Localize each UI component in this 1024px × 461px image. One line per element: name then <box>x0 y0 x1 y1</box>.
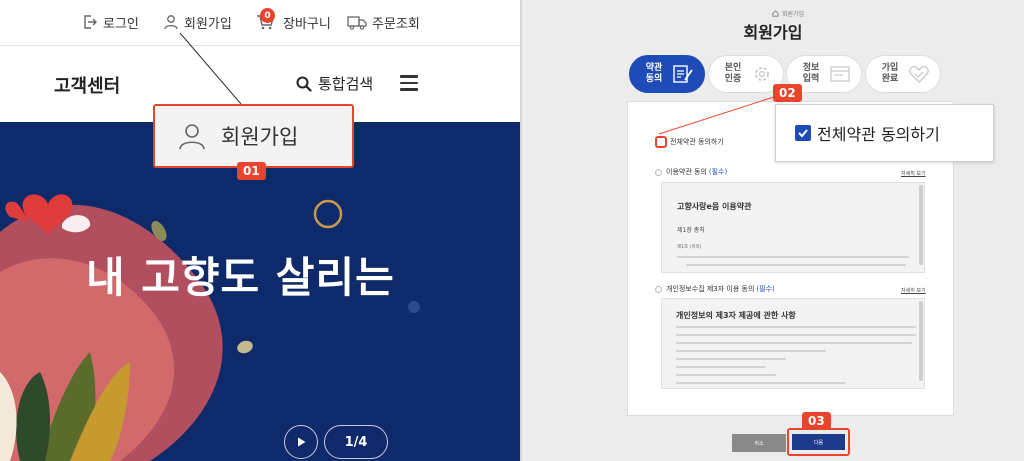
agree-all-checkbox[interactable] <box>655 136 667 148</box>
text-line <box>676 366 766 368</box>
terms-article: 제1조 (목적) <box>677 245 702 250</box>
banner-title: 내 고향도 살리는 <box>86 253 395 302</box>
agree-all-label: 전체약관 동의하기 <box>670 138 724 146</box>
privacy-doc-title: 개인정보의 제3자 제공에 관한 사항 <box>676 311 796 320</box>
signup-zoom-callout: 회원가입 <box>153 104 354 168</box>
orders-label: 주문조회 <box>372 16 420 32</box>
terms-chapter: 제1장 총칙 <box>677 227 705 234</box>
text-line <box>676 342 912 344</box>
text-line <box>676 374 776 376</box>
step-tab-label: 약관 동의 <box>645 63 663 84</box>
text-line <box>676 326 916 328</box>
banner-play-button[interactable] <box>284 425 318 459</box>
text-line <box>676 382 846 384</box>
next-button[interactable]: 다음 <box>792 434 845 450</box>
popup-agree-all-label: 전체약관 동의하기 <box>817 125 940 144</box>
signup-link[interactable]: 회원가입 <box>163 12 232 32</box>
step-badge-02: 02 <box>773 84 802 102</box>
document-sign-icon <box>673 65 693 83</box>
zoom-signup-label: 회원가입 <box>221 125 299 149</box>
terms-scrollbar[interactable] <box>919 185 923 266</box>
website-panel: 로그인 회원가입 0 장바구니 주문조회 고객센터 통합검색 내 고향도 살리는… <box>0 0 520 461</box>
agree-all-row[interactable]: 전체약관 동의하기 <box>655 136 724 148</box>
home-icon <box>772 10 779 17</box>
heart-check-icon <box>909 65 929 83</box>
signup-page-panel: 회원가입 회원가입 약관 동의 본인 인증 정보 입력 가입 완료 전체약관 동… <box>522 0 1024 461</box>
text-line <box>677 256 909 258</box>
terms-agree-radio[interactable] <box>655 168 662 176</box>
text-line <box>676 334 916 336</box>
search-icon <box>296 76 312 92</box>
terms-doc-title: 고향사랑e음 이용약관 <box>677 202 752 211</box>
checked-checkbox-icon <box>795 125 811 141</box>
top-utility-nav: 로그인 회원가입 0 장바구니 주문조회 <box>0 0 520 46</box>
login-label: 로그인 <box>103 16 139 32</box>
terms-agree-row[interactable]: 이용약관 동의 (필수) <box>655 167 727 177</box>
terms-required-tag: (필수) <box>708 168 728 176</box>
step-tab-label: 가입 완료 <box>881 63 899 84</box>
truck-icon <box>347 16 367 30</box>
login-icon <box>84 15 97 29</box>
privacy-view-all-link[interactable]: 자세히 보기 <box>901 287 926 294</box>
cancel-button[interactable]: 취소 <box>732 434 786 452</box>
step-tab-label: 본인 인증 <box>724 63 742 84</box>
terms-text-box[interactable]: 고향사랑e음 이용약관 제1장 총칙 제1조 (목적) <box>661 182 925 273</box>
user-icon <box>179 124 205 150</box>
gear-icon <box>755 67 769 81</box>
privacy-agree-radio[interactable] <box>655 285 662 293</box>
search-label: 통합검색 <box>318 75 374 93</box>
step-tab-label: 정보 입력 <box>802 63 820 84</box>
login-link[interactable]: 로그인 <box>82 12 139 32</box>
cart-count-badge: 0 <box>260 8 275 23</box>
hamburger-menu-icon[interactable] <box>400 75 418 91</box>
privacy-text-box[interactable]: 개인정보의 제3자 제공에 관한 사항 <box>661 298 925 389</box>
cart-label: 장바구니 <box>283 16 331 32</box>
next-button-highlight: 다음 <box>787 428 850 456</box>
form-window-icon <box>830 66 850 82</box>
text-line <box>676 350 826 352</box>
step-tab-terms[interactable]: 약관 동의 <box>629 55 705 93</box>
terms-agree-label: 이용약관 동의 <box>666 168 707 176</box>
text-line <box>676 358 786 360</box>
privacy-agree-label: 개인정보수집 제3자 이용 동의 <box>666 285 755 293</box>
step-tab-complete[interactable]: 가입 완료 <box>865 55 941 93</box>
privacy-agree-row[interactable]: 개인정보수집 제3자 이용 동의 (필수) <box>655 284 775 294</box>
page-title: 회원가입 <box>743 23 803 42</box>
user-icon <box>164 15 178 30</box>
cart-link[interactable]: 0 장바구니 <box>256 8 331 32</box>
privacy-scrollbar[interactable] <box>919 301 923 382</box>
signup-label: 회원가입 <box>184 16 232 32</box>
agree-all-zoom-popup: 전체약관 동의하기 <box>775 104 994 162</box>
integrated-search-link[interactable]: 통합검색 <box>296 73 373 94</box>
breadcrumb-current: 회원가입 <box>782 11 805 18</box>
play-icon <box>298 437 306 447</box>
banner-pager: 1/4 <box>324 425 388 459</box>
site-logo[interactable]: 고객센터 <box>54 72 120 98</box>
terms-view-all-link[interactable]: 자세히 보기 <box>901 170 926 177</box>
text-line <box>686 264 906 266</box>
step-badge-01: 01 <box>237 162 266 180</box>
privacy-required-tag: (필수) <box>756 285 775 293</box>
orders-link[interactable]: 주문조회 <box>347 12 420 32</box>
breadcrumb: 회원가입 <box>772 9 804 18</box>
